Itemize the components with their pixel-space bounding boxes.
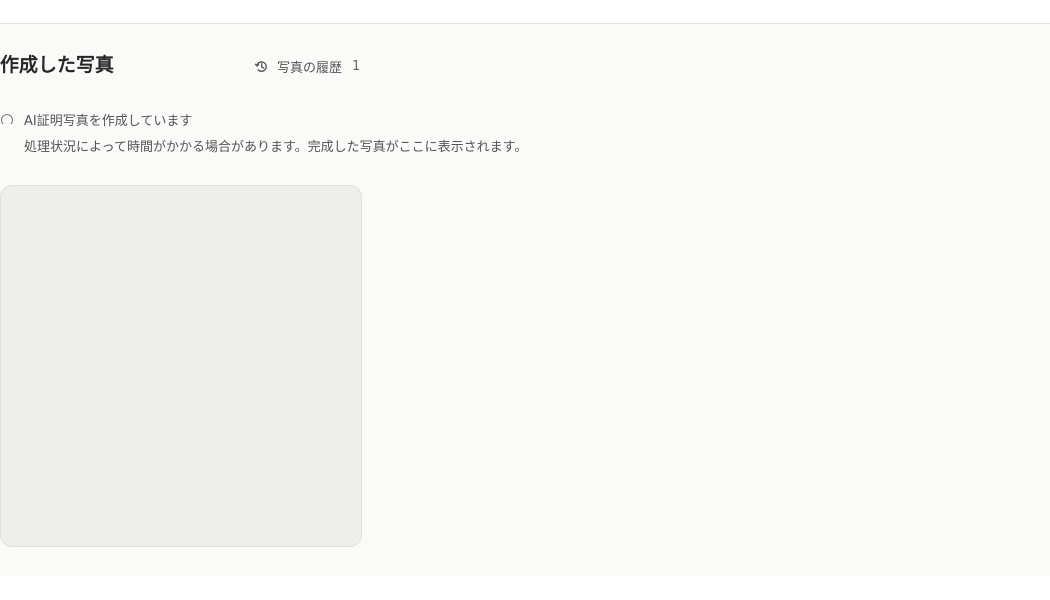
photo-history-button[interactable]: 写真の履歴 1 [254,55,360,77]
history-icon [254,60,267,72]
spinner-icon [1,114,13,126]
page-title: 作成した写真 [0,54,115,76]
processing-status-message: 処理状況によって時間がかかる場合があります。完成した写真がここに表示されます。 [24,140,528,155]
photo-history-count: 1 [352,58,361,74]
photo-history-label: 写真の履歴 [277,60,343,76]
bottom-strip [0,576,1050,600]
top-bar [0,0,1050,24]
processing-status-title: AI証明写真を作成しています [24,114,193,129]
photo-placeholder [0,185,362,547]
